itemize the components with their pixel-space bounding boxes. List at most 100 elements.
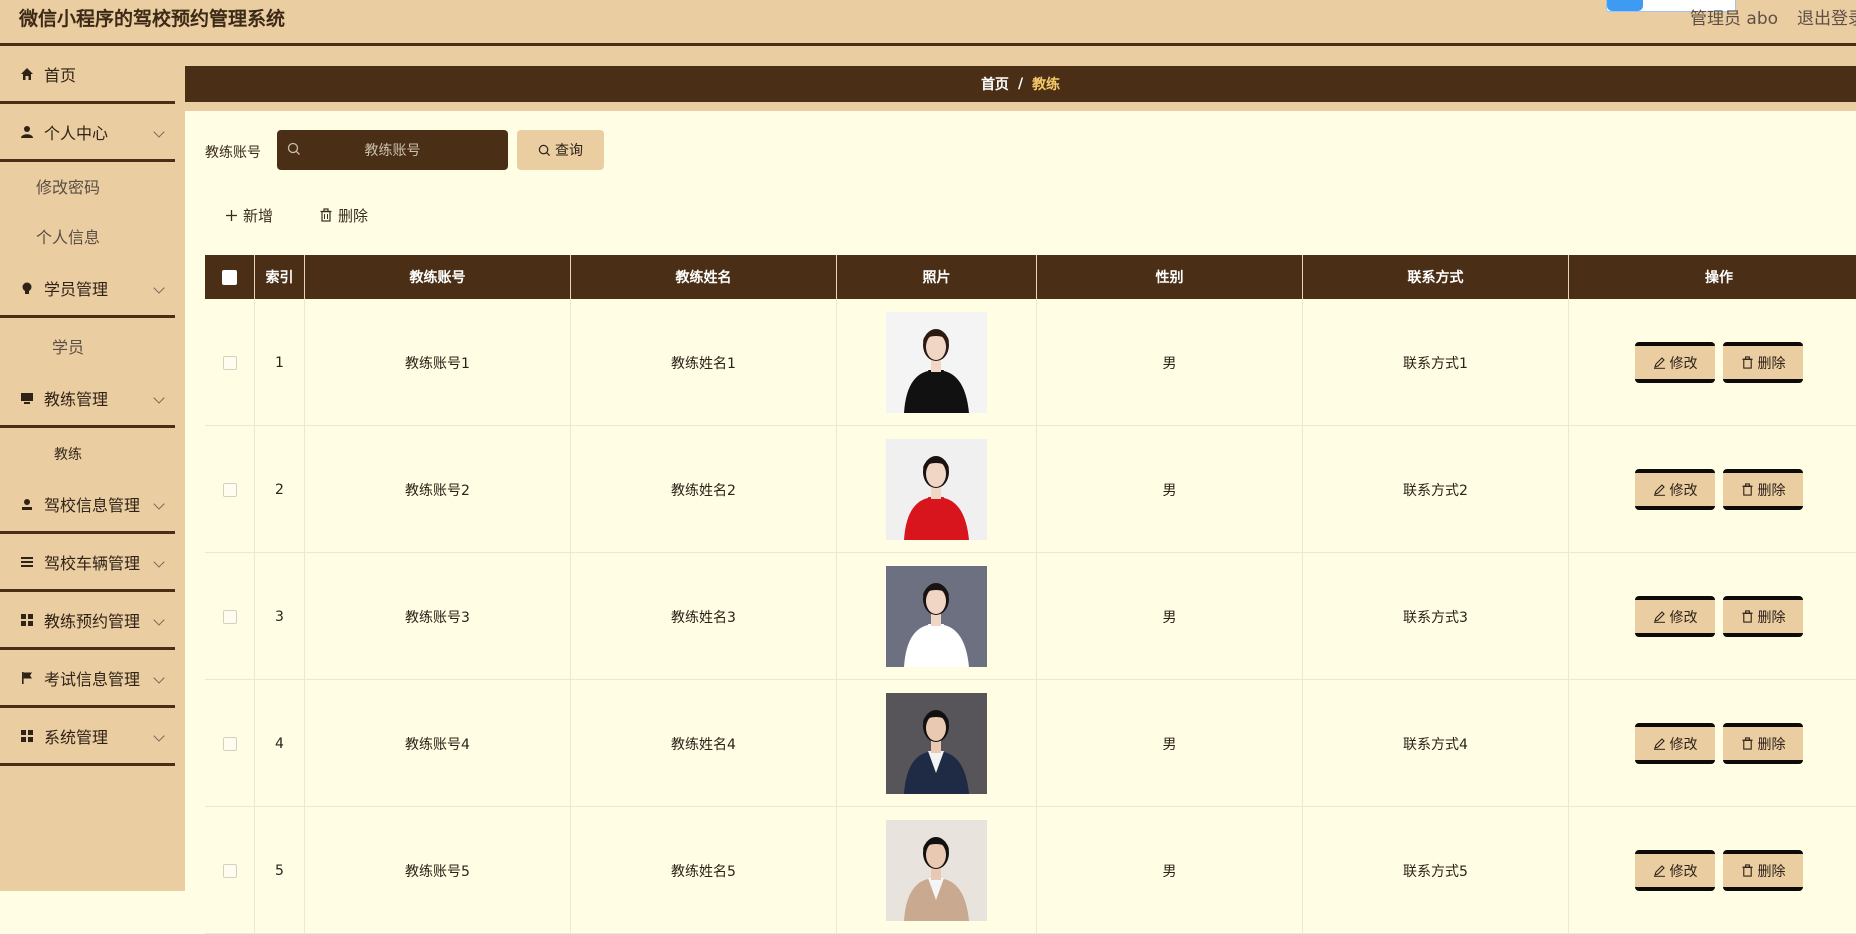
- header-ops: 操作: [1705, 270, 1733, 286]
- row-checkbox[interactable]: [222, 355, 237, 370]
- chevron-down-icon: [153, 614, 165, 626]
- row-checkbox[interactable]: [222, 736, 237, 751]
- row-select-cell: [205, 553, 255, 680]
- cell-name: 教练姓名1: [571, 299, 837, 426]
- sidebar-item-label: 考试信息管理: [44, 669, 141, 689]
- coach-photo: [886, 566, 987, 667]
- delete-button-label: 删除: [1757, 482, 1786, 499]
- delete-button[interactable]: 删除: [1723, 596, 1803, 637]
- table-row: 2 教练账号2 教练姓名2 男 联系方式2 修改 删除: [205, 426, 1856, 553]
- edit-button[interactable]: 修改: [1635, 723, 1715, 764]
- coach-portrait-image: [886, 312, 987, 413]
- grid-icon: [20, 613, 34, 627]
- batch-delete-label: 删除: [338, 206, 369, 225]
- row-checkbox[interactable]: [222, 609, 237, 624]
- row-select-cell: [205, 680, 255, 807]
- sidebar-item-label: 个人中心: [44, 123, 109, 143]
- logout-link[interactable]: 退出登录: [1797, 4, 1856, 29]
- sidebar-item-coach-mgmt[interactable]: 教练管理: [0, 370, 175, 428]
- bulb-icon: [20, 281, 34, 295]
- cell-index: 1: [255, 299, 305, 426]
- cell-index: 5: [255, 807, 305, 934]
- person-stamp-icon: [20, 497, 34, 511]
- edit-button[interactable]: 修改: [1635, 596, 1715, 637]
- delete-button[interactable]: 删除: [1723, 723, 1803, 764]
- sidebar-item-student-mgmt[interactable]: 学员管理: [0, 260, 175, 318]
- sidebar-subitem-change-password[interactable]: 修改密码: [0, 162, 175, 210]
- sidebar-item-vehicle-mgmt[interactable]: 驾校车辆管理: [0, 534, 175, 592]
- cell-photo: [837, 299, 1037, 426]
- chevron-down-icon: [153, 282, 165, 294]
- sidebar-item-school-info-mgmt[interactable]: 驾校信息管理: [0, 476, 175, 534]
- home-icon: [20, 67, 34, 81]
- table-header: 索引 教练账号 教练姓名 照片 性别 联系方式 操作: [205, 255, 1856, 299]
- delete-button[interactable]: 删除: [1723, 469, 1803, 510]
- cell-name: 教练姓名2: [571, 426, 837, 553]
- sidebar-item-personal-center[interactable]: 个人中心: [0, 104, 175, 162]
- coach-portrait-image: [886, 820, 987, 921]
- delete-button[interactable]: 删除: [1723, 342, 1803, 383]
- breadcrumb: 首页 / 教练: [185, 66, 1856, 102]
- search-input[interactable]: 教练账号: [277, 130, 508, 170]
- edit-icon: [1653, 356, 1666, 369]
- cell-account: 教练账号2: [305, 426, 571, 553]
- sidebar-subitem-label: 修改密码: [36, 178, 101, 197]
- delete-button[interactable]: 删除: [1723, 850, 1803, 891]
- row-select-cell: [205, 299, 255, 426]
- main-content: 首页 / 教练 教练账号 教练账号 查询 新增 删除 索引 教练账号 教练姓名 …: [185, 46, 1856, 934]
- sidebar-item-exam-mgmt[interactable]: 考试信息管理: [0, 650, 175, 708]
- sidebar-item-system-mgmt[interactable]: 系统管理: [0, 708, 175, 766]
- table-row: 3 教练账号3 教练姓名3 男 联系方式3 修改 删除: [205, 553, 1856, 680]
- chevron-down-icon: [153, 392, 165, 404]
- flag-icon: [20, 671, 34, 685]
- cell-contact: 联系方式4: [1303, 680, 1569, 807]
- plus-icon: [225, 209, 238, 222]
- sidebar-subitem-coaches[interactable]: 教练: [0, 430, 175, 478]
- cell-name: 教练姓名4: [571, 680, 837, 807]
- edit-button[interactable]: 修改: [1635, 342, 1715, 383]
- cell-ops: 修改 删除: [1569, 680, 1856, 807]
- row-checkbox[interactable]: [222, 482, 237, 497]
- cell-account: 教练账号3: [305, 553, 571, 680]
- breadcrumb-home[interactable]: 首页: [981, 74, 1009, 94]
- list-icon: [20, 555, 34, 569]
- coach-photo: [886, 820, 987, 921]
- cell-ops: 修改 删除: [1569, 426, 1856, 553]
- query-button[interactable]: 查询: [517, 130, 604, 170]
- add-button-label: 新增: [243, 206, 274, 225]
- trash-icon: [1741, 610, 1754, 623]
- header-photo: 照片: [837, 255, 1037, 299]
- trash-icon: [319, 208, 333, 222]
- sidebar-item-label: 教练管理: [44, 389, 109, 409]
- coach-portrait-image: [886, 566, 987, 667]
- cell-gender: 男: [1037, 553, 1303, 680]
- sidebar-item-home[interactable]: 首页: [0, 46, 175, 104]
- sidebar-subitem-label: 个人信息: [36, 228, 101, 247]
- edit-button-label: 修改: [1669, 355, 1698, 372]
- trash-icon: [1741, 864, 1754, 877]
- row-checkbox[interactable]: [222, 863, 237, 878]
- coach-photo: [886, 312, 987, 413]
- row-select-cell: [205, 426, 255, 553]
- select-all-checkbox[interactable]: [222, 269, 237, 285]
- sidebar-subitem-personal-info[interactable]: 个人信息: [0, 212, 175, 260]
- sidebar-subitem-students[interactable]: 学员: [0, 322, 175, 370]
- add-button[interactable]: 新增: [225, 204, 273, 226]
- cell-photo: [837, 807, 1037, 934]
- header-name: 教练姓名: [571, 255, 837, 299]
- edit-button[interactable]: 修改: [1635, 469, 1715, 510]
- delete-button-label: 删除: [1757, 609, 1786, 626]
- table-row: 1 教练账号1 教练姓名1 男 联系方式1 修改 删除: [205, 299, 1856, 426]
- app-title: 微信小程序的驾校预约管理系统: [19, 8, 286, 30]
- cell-account: 教练账号1: [305, 299, 571, 426]
- user-icon: [20, 125, 34, 139]
- edit-button[interactable]: 修改: [1635, 850, 1715, 891]
- sidebar-item-booking-mgmt[interactable]: 教练预约管理: [0, 592, 175, 650]
- cell-account: 教练账号5: [305, 807, 571, 934]
- header-account: 教练账号: [305, 255, 571, 299]
- grid-icon: [20, 729, 34, 743]
- batch-delete-button[interactable]: 删除: [319, 204, 368, 226]
- header-index: 索引: [255, 255, 305, 299]
- cell-photo: [837, 553, 1037, 680]
- search-placeholder: 教练账号: [364, 143, 421, 159]
